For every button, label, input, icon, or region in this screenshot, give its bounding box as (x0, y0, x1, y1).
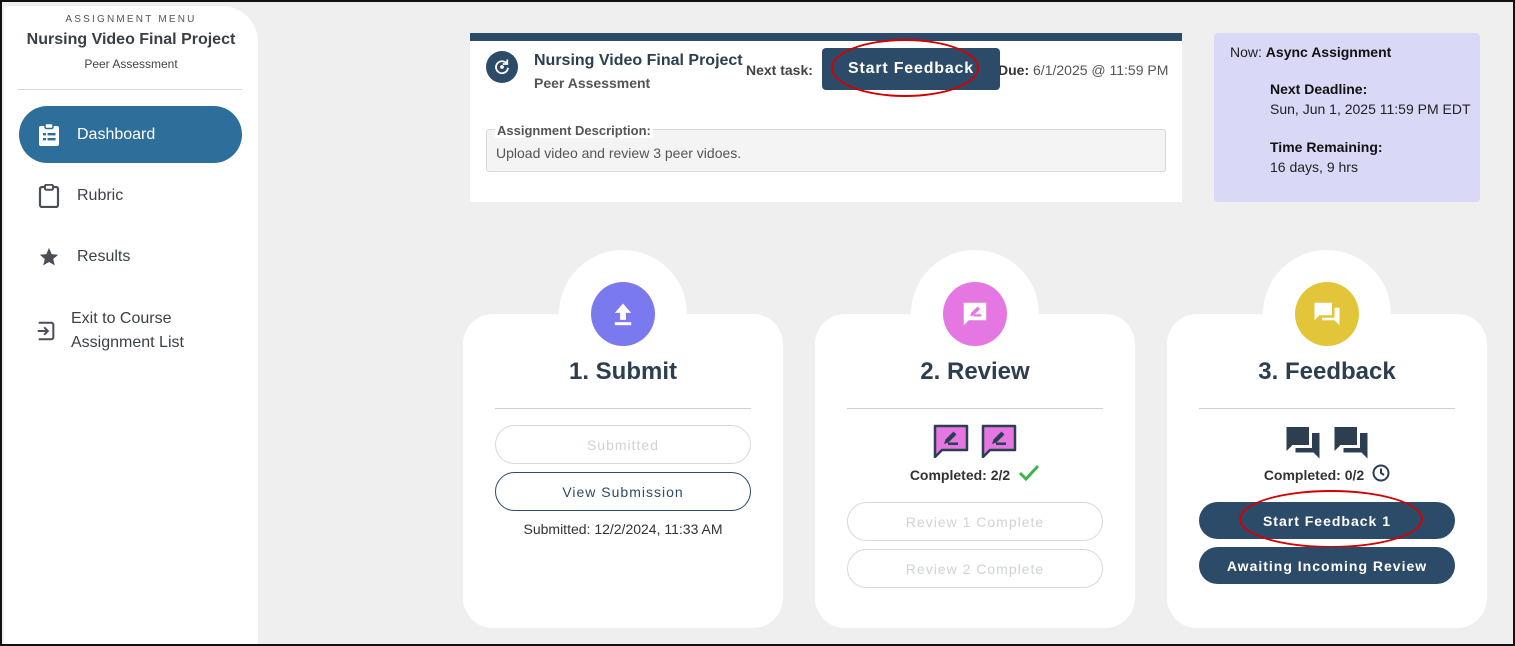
review-edit-icon (943, 282, 1007, 346)
sidebar-item-label: Rubric (77, 186, 124, 204)
due-value: 6/1/2025 @ 11:59 PM (1033, 62, 1169, 78)
due-date: Due: 6/1/2025 @ 11:59 PM (998, 62, 1168, 78)
step-divider (1199, 408, 1455, 409)
now-value: Async Assignment (1265, 44, 1392, 60)
description-box: Assignment Description: Upload video and… (486, 123, 1166, 172)
feedback-completed-text: Completed: 0/2 (1263, 466, 1365, 483)
feedback-completed-status: Completed: 0/2 (1167, 464, 1487, 485)
review-1-complete-button[interactable]: Review 1 Complete (847, 502, 1103, 541)
next-task-label: Next task: (746, 62, 813, 78)
step-divider (495, 408, 751, 409)
step-title: 1. Submit (568, 358, 677, 385)
menu-divider (18, 89, 242, 90)
sidebar-item-rubric[interactable]: Rubric (19, 167, 242, 224)
menu-assignment-title: Nursing Video Final Project (26, 31, 236, 48)
review-complete-icon (981, 424, 1017, 463)
now-label: Now: (1230, 44, 1262, 60)
sidebar-item-label: Results (77, 247, 131, 265)
description-text: Upload video and review 3 peer vidoes. (496, 145, 742, 161)
step-divider (847, 408, 1103, 409)
chat-bubbles-icon (1295, 282, 1359, 346)
app-frame: ASSIGNMENT MENU Nursing Video Final Proj… (0, 0, 1515, 646)
review-completed-status: Completed: 2/2 (815, 464, 1135, 485)
step-submit-card: 1. Submit Submitted View Submission Subm… (463, 250, 783, 628)
star-icon (35, 243, 63, 271)
next-deadline-value: Sun, Jun 1, 2025 11:59 PM EDT (1270, 101, 1471, 117)
submitted-button[interactable]: Submitted (495, 425, 751, 464)
feedback-pending-icon (1285, 424, 1321, 465)
clipboard-icon (35, 182, 63, 210)
next-deadline-label: Next Deadline: (1270, 81, 1368, 97)
upload-icon (591, 282, 655, 346)
assignment-subtitle: Peer Assessment (534, 75, 651, 91)
step-title: 3. Feedback (1258, 358, 1396, 385)
view-submission-button[interactable]: View Submission (495, 472, 751, 511)
review-status-icons (815, 424, 1135, 463)
status-panel: Now: Async Assignment Next Deadline: Sun… (1214, 33, 1480, 202)
time-remaining-label: Time Remaining: (1270, 139, 1383, 155)
awaiting-incoming-review-button[interactable]: Awaiting Incoming Review (1199, 547, 1455, 584)
time-remaining-value: 16 days, 9 hrs (1270, 159, 1358, 175)
sidebar: ASSIGNMENT MENU Nursing Video Final Proj… (4, 6, 258, 644)
exit-icon (35, 317, 57, 345)
sidebar-item-label: Exit to Course Assignment List (71, 309, 184, 351)
current-phase: Now: Async Assignment (1230, 44, 1391, 60)
start-feedback-button[interactable]: Start Feedback (822, 48, 1000, 90)
refresh-icon (486, 51, 518, 83)
review-2-complete-button[interactable]: Review 2 Complete (847, 549, 1103, 588)
description-label: Assignment Description: (495, 123, 653, 138)
feedback-pending-icon (1333, 424, 1369, 465)
step-review-card: 2. Review Completed: 2/2 Review 1 Comple… (815, 250, 1135, 628)
assignment-card: Nursing Video Final Project Peer Assessm… (470, 33, 1182, 202)
menu-caption: ASSIGNMENT MENU (65, 14, 197, 25)
step-title: 2. Review (920, 358, 1030, 385)
checkmark-icon (1018, 464, 1040, 485)
clock-icon (1372, 464, 1390, 485)
review-complete-icon (933, 424, 969, 463)
clipboard-list-icon (35, 121, 63, 149)
sidebar-item-results[interactable]: Results (19, 228, 242, 285)
sidebar-item-exit[interactable]: Exit to Course Assignment List (19, 302, 219, 359)
assignment-title: Nursing Video Final Project (534, 52, 743, 69)
start-feedback-1-button[interactable]: Start Feedback 1 (1199, 502, 1455, 539)
review-completed-text: Completed: 2/2 (909, 466, 1011, 483)
due-label: Due: (998, 62, 1030, 78)
submission-timestamp: Submitted: 12/2/2024, 11:33 AM (523, 521, 723, 537)
sidebar-item-dashboard[interactable]: Dashboard (19, 106, 242, 163)
feedback-status-icons (1167, 424, 1487, 465)
menu-assignment-subtitle: Peer Assessment (84, 57, 178, 71)
step-feedback-card: 3. Feedback Completed: 0/2 Start Feedbac… (1167, 250, 1487, 628)
sidebar-item-label: Dashboard (77, 125, 156, 143)
